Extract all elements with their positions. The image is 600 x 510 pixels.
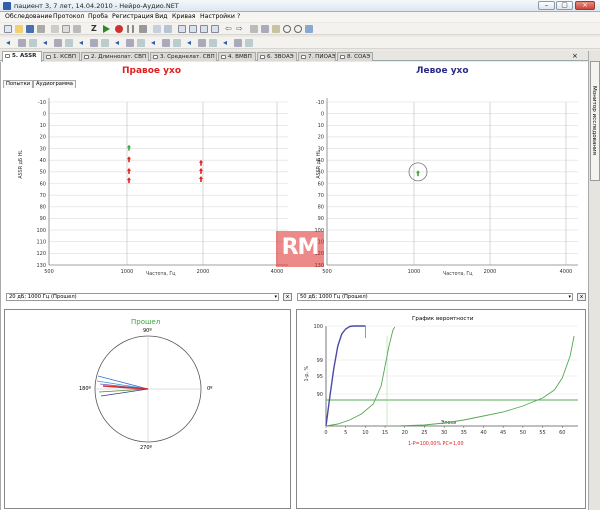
prob-x-tick: 45 [500,430,506,436]
prob-x-tick: 30 [441,430,447,436]
prob-x-tick: 25 [421,430,427,436]
prob-x-tick: 50 [520,430,526,436]
prob-y-tick: 95 [317,374,323,380]
watermark-logo: RM [276,231,324,267]
probability-plot: 90 95 99 100 0 5 10 15 20 25 30 35 40 45 50 55 60 [313,324,578,436]
prob-x-tick: 35 [461,430,467,436]
prob-x-tick: 55 [539,430,545,436]
prob-x-tick: 5 [344,430,347,436]
prob-x-tick: 15 [382,430,388,436]
prob-x-tick: 60 [559,430,565,436]
prob-y-tick: 90 [317,392,323,398]
prob-x-tick: 40 [480,430,486,436]
prob-x-tick: 20 [402,430,408,436]
prob-x-tick: 10 [362,430,368,436]
app-window: пациент 3, 7 лет, 14.04.2010 - Нейро-Ауд… [0,0,600,510]
prob-y-tick: 100 [313,324,323,330]
prob-series-line [325,326,396,427]
prob-x-tick: 0 [324,430,327,436]
prob-series-line [396,335,575,427]
prob-y-tick: 99 [317,358,323,364]
